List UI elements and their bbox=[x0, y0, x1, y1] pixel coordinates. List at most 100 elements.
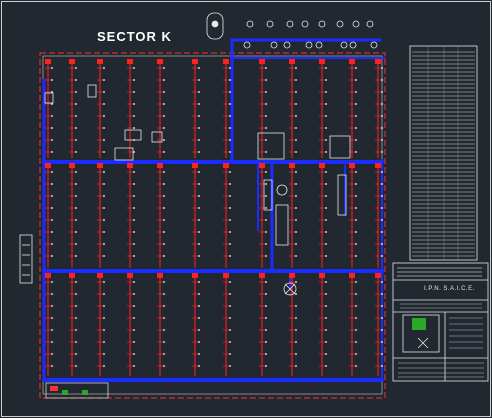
sprinkler-head bbox=[198, 329, 200, 331]
sprinkler-head bbox=[198, 255, 200, 257]
sprinkler-head bbox=[163, 243, 165, 245]
control-house-2 bbox=[329, 135, 351, 159]
sprinkler-head bbox=[355, 183, 357, 185]
sprinkler-head bbox=[295, 139, 297, 141]
sprinkler-head bbox=[381, 151, 383, 153]
sprinkler-head bbox=[198, 317, 200, 319]
sprinkler-head bbox=[163, 171, 165, 173]
sprinkler-head bbox=[381, 79, 383, 81]
lateral-valve bbox=[45, 273, 51, 278]
sprinkler-head bbox=[355, 139, 357, 141]
sprinkler-head bbox=[229, 219, 231, 221]
lateral-valve bbox=[349, 59, 355, 64]
sprinkler-head bbox=[75, 317, 77, 319]
plot-boundary bbox=[39, 52, 386, 399]
sprinkler-head bbox=[133, 207, 135, 209]
sprinkler-head bbox=[325, 305, 327, 307]
lateral-valve bbox=[375, 273, 381, 278]
sprinkler-head bbox=[133, 305, 135, 307]
legend-symbol bbox=[246, 20, 254, 28]
sprinkler-head bbox=[381, 103, 383, 105]
filter-unit bbox=[275, 204, 289, 246]
sprinkler-head bbox=[163, 293, 165, 295]
sprinkler-head bbox=[133, 293, 135, 295]
sprinkler-head bbox=[229, 293, 231, 295]
lateral-valve bbox=[192, 163, 198, 168]
sprinkler-head bbox=[133, 195, 135, 197]
lateral-valve bbox=[259, 163, 265, 168]
sprinkler-head bbox=[229, 183, 231, 185]
sprinkler-head bbox=[325, 231, 327, 233]
sprinkler-head bbox=[355, 365, 357, 367]
sprinkler-head bbox=[163, 329, 165, 331]
sprinkler-head bbox=[295, 91, 297, 93]
sprinkler-head bbox=[355, 207, 357, 209]
sprinkler-head bbox=[265, 341, 267, 343]
sprinkler-head bbox=[103, 127, 105, 129]
sprinkler-head bbox=[229, 171, 231, 173]
sprinkler-heads bbox=[45, 59, 383, 367]
sprinkler-head bbox=[163, 255, 165, 257]
control-equipment bbox=[44, 84, 351, 296]
tb-location-green bbox=[412, 318, 426, 330]
sprinkler-head bbox=[163, 67, 165, 69]
sprinkler-head bbox=[325, 341, 327, 343]
sprinkler-head bbox=[163, 305, 165, 307]
sprinkler-head bbox=[381, 281, 383, 283]
west-tank-body bbox=[19, 234, 33, 284]
sprinkler-head bbox=[75, 79, 77, 81]
sprinkler-head bbox=[325, 115, 327, 117]
sprinkler-head bbox=[229, 353, 231, 355]
sprinkler-head bbox=[229, 341, 231, 343]
lateral-valve bbox=[223, 273, 229, 278]
sprinkler-head bbox=[381, 365, 383, 367]
sprinkler-head bbox=[103, 67, 105, 69]
sprinkler-head bbox=[381, 317, 383, 319]
sprinkler-head bbox=[198, 305, 200, 307]
lateral-valve bbox=[349, 273, 355, 278]
sw-legend bbox=[45, 382, 109, 399]
sprinkler-head bbox=[133, 365, 135, 367]
lateral-valve bbox=[289, 273, 295, 278]
sprinkler-head bbox=[229, 151, 231, 153]
sprinkler-head bbox=[133, 353, 135, 355]
sprinkler-head bbox=[325, 329, 327, 331]
sprinkler-head bbox=[295, 341, 297, 343]
sprinkler-head bbox=[103, 207, 105, 209]
sprinkler-head bbox=[198, 79, 200, 81]
sprinkler-head bbox=[381, 195, 383, 197]
sprinkler-head bbox=[75, 341, 77, 343]
sprinkler-head bbox=[265, 207, 267, 209]
sprinkler-head bbox=[325, 255, 327, 257]
sprinkler-head bbox=[295, 353, 297, 355]
sprinkler-head bbox=[295, 219, 297, 221]
sprinkler-head bbox=[325, 219, 327, 221]
sprinkler-head bbox=[198, 231, 200, 233]
sprinkler-head bbox=[51, 195, 53, 197]
title-block-text-lines bbox=[397, 267, 484, 378]
sprinkler-head bbox=[295, 171, 297, 173]
sprinkler-head bbox=[325, 183, 327, 185]
sprinkler-head bbox=[51, 329, 53, 331]
sprinkler-head bbox=[295, 183, 297, 185]
sprinkler-head bbox=[265, 183, 267, 185]
sprinkler-head bbox=[51, 281, 53, 283]
sprinkler-head bbox=[51, 305, 53, 307]
sprinkler-head bbox=[265, 67, 267, 69]
sprinkler-head bbox=[198, 219, 200, 221]
sprinkler-head bbox=[295, 231, 297, 233]
main-pipe-feed bbox=[230, 38, 382, 60]
sprinkler-head bbox=[265, 151, 267, 153]
legend-symbol bbox=[336, 20, 344, 28]
lateral-valve bbox=[259, 273, 265, 278]
sprinkler-head bbox=[265, 317, 267, 319]
lateral-valve bbox=[157, 163, 163, 168]
north-markers bbox=[206, 12, 224, 40]
sprinkler-head bbox=[163, 183, 165, 185]
sprinkler-head bbox=[198, 151, 200, 153]
sprinkler-head bbox=[133, 281, 135, 283]
sprinkler-head bbox=[355, 317, 357, 319]
sw-legend-green-2 bbox=[82, 390, 88, 395]
sprinkler-head bbox=[75, 195, 77, 197]
lateral-valve bbox=[69, 163, 75, 168]
